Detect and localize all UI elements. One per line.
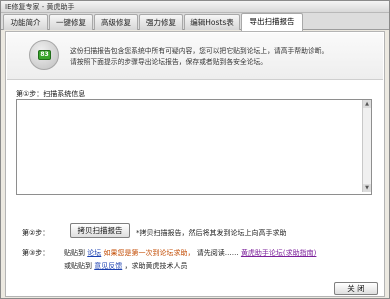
copy-report-button[interactable]: 拷贝扫描报告: [70, 223, 130, 238]
step2-label: 第②步：: [22, 229, 50, 237]
step2-hint: *拷贝扫描报告，然后将其发到论坛上向高手求助: [136, 229, 287, 237]
tab-intro[interactable]: 功能简介: [3, 14, 48, 30]
tab-edit-hosts[interactable]: 编辑Hosts表: [184, 14, 240, 30]
forum-link[interactable]: 论坛: [87, 249, 101, 257]
step3-line2-prefix: 或贴贴到: [64, 262, 92, 270]
first-time-warning: 如果您是第一次到论坛求助，: [103, 249, 195, 257]
tab-export-report[interactable]: 导出扫描报告: [241, 13, 303, 31]
report-icon: 83: [29, 40, 59, 70]
banner-line-2: 请按照下面提示的步骤导出论坛报告，保存或者贴到各安全论坛。: [70, 58, 268, 66]
step3-line2-suffix: ，求助黄虎技术人员: [124, 262, 188, 270]
main-window: IE修复专家 - 黄虎助手 功能简介 一键修复 高级修复 强力修复 编辑Host…: [0, 0, 390, 299]
help-guide-link[interactable]: 黄虎助手论坛(求助指南): [241, 249, 316, 257]
step3-line-1: 贴贴到 论坛 如果您是第一次到论坛求助， 请先阅读…… 黄虎助手论坛(求助指南): [64, 248, 316, 258]
step3-label: 第③步：: [22, 249, 50, 257]
read-first-text: 请先阅读……: [196, 249, 239, 257]
step3-line-2: 或贴贴到 意见反馈 ，求助黄虎技术人员: [64, 261, 187, 271]
export-report-panel: 83 这份扫描报告包含您系统中所有可疑内容，您可以把它贴到论坛上，请高手帮助诊断…: [5, 31, 385, 297]
scroll-up-icon[interactable]: ▲: [363, 100, 371, 108]
info-banner: 83 这份扫描报告包含您系统中所有可疑内容，您可以把它贴到论坛上，请高手帮助诊断…: [7, 33, 383, 80]
close-button[interactable]: 关 闭: [334, 282, 378, 295]
report-icon-badge: 83: [38, 50, 51, 60]
report-scrollbar[interactable]: ▲ ▼: [362, 100, 371, 192]
title-bar: IE修复专家 - 黄虎助手: [1, 1, 389, 13]
banner-line-1: 这份扫描报告包含您系统中所有可疑内容，您可以把它贴到论坛上，请高手帮助诊断。: [70, 47, 329, 55]
window-title: IE修复专家 - 黄虎助手: [5, 3, 75, 11]
step1-label: 第①步：扫描系统信息: [16, 90, 86, 98]
banner-text: 这份扫描报告包含您系统中所有可疑内容，您可以把它贴到论坛上，请高手帮助诊断。 请…: [70, 46, 328, 68]
step3-prefix: 贴贴到: [64, 249, 85, 257]
tab-advanced-repair[interactable]: 高级修复: [94, 14, 138, 30]
report-textarea[interactable]: ▲ ▼: [16, 99, 372, 195]
tab-bar: 功能简介 一键修复 高级修复 强力修复 编辑Hosts表 导出扫描报告: [1, 13, 389, 31]
tab-one-click-repair[interactable]: 一键修复: [49, 14, 93, 30]
tab-force-repair[interactable]: 强力修复: [139, 14, 183, 30]
scroll-down-icon[interactable]: ▼: [363, 184, 371, 192]
feedback-link[interactable]: 意见反馈: [94, 262, 122, 270]
